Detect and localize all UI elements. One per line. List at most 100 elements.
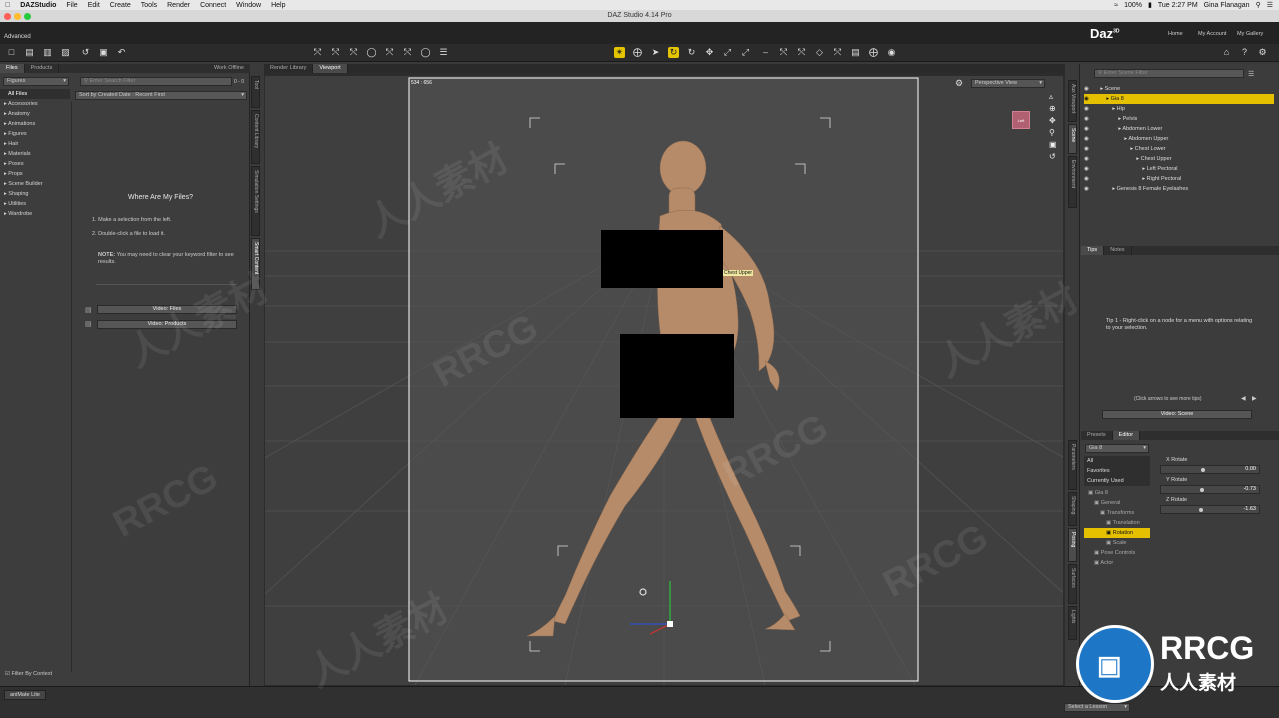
category-item[interactable]: ▸ Utilities [0,199,70,209]
menu-create[interactable]: Create [105,2,136,9]
filter-by-context-checkbox[interactable]: ☑ Filter By Context [5,671,52,677]
menu-edit[interactable]: Edit [83,2,105,9]
vtab-tool[interactable]: Tool [251,76,260,108]
rotation-slider[interactable]: 0.00 [1160,465,1260,474]
zoom-window-icon[interactable] [24,13,31,20]
category-item[interactable]: ▸ Animations [0,119,70,129]
wifi-icon[interactable]: ≈ [1114,2,1118,9]
menu-tools[interactable]: Tools [136,2,162,9]
close-window-icon[interactable] [4,13,11,20]
save-icon[interactable]: ▨ [60,47,71,58]
video-scene-button[interactable]: Video: Scene [1102,410,1252,419]
vtab-scene[interactable]: Scene [1068,124,1077,154]
save-as-icon[interactable]: ↺ [80,47,91,58]
store-icon[interactable]: ⌂ [1221,47,1232,58]
settings-gear-icon[interactable]: ⚙ [1257,47,1268,58]
video-files-button[interactable]: Video: Files [97,305,237,314]
category-item[interactable]: ▸ Anatomy [0,109,70,119]
apple-icon[interactable]:  [0,2,15,9]
active-pose-icon[interactable]: ⨁ [632,47,643,58]
scene-node[interactable]: ◉ ▸ Genesis 8 Female Eyelashes [1084,184,1274,194]
video-products-button[interactable]: Video: Products [97,320,237,329]
visibility-eye-icon[interactable]: ◉ [1084,186,1090,192]
visibility-eye-icon[interactable]: ◉ [1084,96,1090,102]
battery-label[interactable]: 100% [1124,2,1142,9]
category-all-files[interactable]: All Files [0,89,70,99]
parameter-group[interactable]: ▣ Actor [1084,558,1150,568]
geometry-select-icon[interactable]: ⤲ [330,47,341,58]
parameter-group[interactable]: ▣ Gia 8 [1084,488,1150,498]
rotation-slider[interactable]: -0.73 [1160,485,1260,494]
camera-move-icon[interactable]: ✥ [1049,116,1056,125]
scene-search-input[interactable]: ⚲ Enter Scene Filter [1094,69,1244,78]
tab-presets[interactable]: Presets [1081,431,1113,440]
export-icon[interactable]: ▣ [98,47,109,58]
vtab-content-library[interactable]: Content Library [251,110,260,164]
list-tool-icon[interactable]: ☰ [438,47,449,58]
slider-value[interactable]: -0.73 [1243,486,1256,493]
category-item[interactable]: ▸ Figures [0,129,70,139]
scene-node[interactable]: ◉ ▸ Gia 8 [1084,94,1274,104]
camera-orbit-icon[interactable]: ⊕ [1049,104,1056,113]
parameter-group[interactable]: ▣ General [1084,498,1150,508]
scene-node[interactable]: ◉ ▸ Hip [1084,104,1274,114]
search-input[interactable]: ⚲ Enter Search Filter [80,77,232,86]
undo-icon[interactable]: ↶ [116,47,127,58]
scene-node[interactable]: ◉ ▸ Pelvis [1084,114,1274,124]
pose-tool-icon[interactable]: ⤢ [740,47,751,58]
scene-options-icon[interactable]: ☰ [1248,70,1254,78]
scale-tool-icon[interactable]: ⤢ [722,47,733,58]
tab-editor[interactable]: Editor [1112,431,1141,440]
vtab-smart-content[interactable]: Smart Content [251,238,260,290]
visibility-eye-icon[interactable]: ◉ [1084,166,1090,172]
lock-icon[interactable]: ▤ [850,47,861,58]
scene-node[interactable]: ◉ ▸ Abdomen Upper [1084,134,1274,144]
user-name[interactable]: Gina Flanagan [1204,2,1250,9]
link-my-account[interactable]: My Account [1198,31,1226,37]
link-my-gallery[interactable]: My Gallery [1237,31,1263,37]
visibility-eye-icon[interactable]: ◉ [1084,146,1090,152]
view-cube[interactable]: Left [1012,111,1030,129]
vtab-parameters[interactable]: Parameters [1068,440,1077,490]
tab-animate-lite[interactable]: aniMate Lite [4,690,46,700]
visibility-eye-icon[interactable]: ◉ [1084,136,1090,142]
tip-prev-icon[interactable]: ◀ [1241,395,1246,402]
node-align-icon[interactable]: ◇ [814,47,825,58]
geometry-editor-icon[interactable]: ⤲ [402,47,413,58]
visibility-eye-icon[interactable]: ◉ [1084,86,1090,92]
parameter-group[interactable]: ▣ Pose Controls [1084,548,1150,558]
camera-pan-icon[interactable]: ▵ [1049,92,1053,101]
category-item[interactable]: ▸ Accessories [0,99,70,109]
layout-label[interactable]: Advanced [4,34,31,40]
sort-select[interactable]: Sort by Created Date : Recent First ▾ [75,91,247,100]
scene-node[interactable]: ◉ ▸ Right Pectoral [1084,174,1274,184]
parameter-filter-item[interactable]: All [1084,456,1150,466]
rotation-slider[interactable]: -1.63 [1160,505,1260,514]
visibility-eye-icon[interactable]: ◉ [1084,156,1090,162]
tab-viewport[interactable]: Viewport [313,64,348,73]
menu-help[interactable]: Help [266,2,290,9]
vtab-aux-viewport[interactable]: Aux Viewport [1068,80,1077,122]
slider-value[interactable]: -1.63 [1243,506,1256,513]
surface-tool-icon[interactable]: ⤲ [832,47,843,58]
node-select[interactable]: Gia 8 ▾ [1085,444,1149,453]
tip-next-icon[interactable]: ▶ [1252,395,1257,402]
visibility-eye-icon[interactable]: ◉ [1084,126,1090,132]
parameter-group[interactable]: ▣ Translation [1084,518,1150,528]
visibility-eye-icon[interactable]: ◉ [1084,116,1090,122]
rotate-tool-icon[interactable]: ↻ [668,47,679,58]
scene-node[interactable]: ◉ ▸ Chest Upper [1084,154,1274,164]
menu-render[interactable]: Render [162,2,195,9]
node-select-icon[interactable]: ⤲ [312,47,323,58]
lesson-select[interactable]: Select a Lesson ▾ [1064,703,1130,712]
surface-select-icon[interactable]: ⤲ [384,47,395,58]
scene-node[interactable]: ◉ ▸ Chest Lower [1084,144,1274,154]
daz-logo[interactable]: Daz3D [1090,26,1120,41]
open-folder-icon[interactable]: ▤ [24,47,35,58]
pin-tool-icon[interactable]: ⤲ [796,47,807,58]
parameter-group[interactable]: ▣ Rotation [1084,528,1150,538]
3d-viewport[interactable]: 534 : 656 Chest Upper ⚙ Perspective View… [265,76,1063,685]
parameter-filter-item[interactable]: Favorites [1084,466,1150,476]
view-select[interactable]: Perspective View ▾ [971,79,1045,88]
spot-render-icon[interactable]: ⤲ [778,47,789,58]
